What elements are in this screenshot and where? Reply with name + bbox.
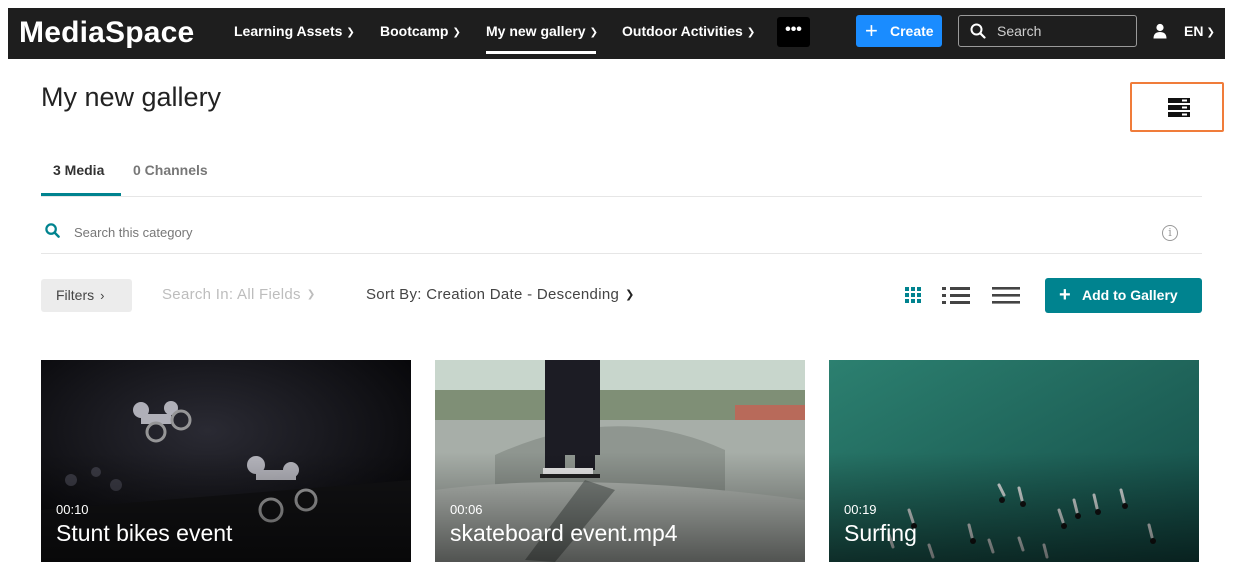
active-tab-indicator xyxy=(41,193,121,196)
create-button-label: Create xyxy=(890,23,934,39)
user-icon[interactable] xyxy=(1152,23,1168,39)
filters-button[interactable]: Filters › xyxy=(41,279,132,312)
search-in-dropdown[interactable]: Search In: All Fields ❯ xyxy=(162,286,316,303)
media-duration: 00:19 xyxy=(844,502,877,517)
search-icon xyxy=(970,23,986,39)
create-button[interactable]: + Create xyxy=(856,15,942,47)
mediaspace-logo[interactable]: MediaSpace xyxy=(19,16,194,50)
plus-icon: + xyxy=(1059,284,1071,306)
add-to-gallery-label: Add to Gallery xyxy=(1082,287,1178,303)
media-title[interactable]: Stunt bikes event xyxy=(56,520,232,547)
sort-by-label: Sort By: Creation Date - Descending xyxy=(366,286,620,303)
gallery-tabs: 3 Media 0 Channels xyxy=(41,152,1202,197)
chevron-right-icon: › xyxy=(100,288,105,303)
nav-item-label: My new gallery xyxy=(486,23,586,39)
nav-item-label: Outdoor Activities xyxy=(622,23,743,39)
layout-toggle-button[interactable] xyxy=(1130,82,1224,132)
nav-item-label: Bootcamp xyxy=(380,23,449,39)
compact-list-view-icon[interactable] xyxy=(991,285,1021,305)
top-navigation-bar: MediaSpace Learning Assets ❯ Bootcamp ❯ My… xyxy=(8,8,1225,59)
sort-by-dropdown[interactable]: Sort By: Creation Date - Descending ❯ xyxy=(366,286,635,303)
detailed-list-view-icon[interactable] xyxy=(941,285,971,305)
tab-media[interactable]: 3 Media xyxy=(53,162,104,178)
nav-item-outdoor-activities[interactable]: Outdoor Activities ❯ xyxy=(622,8,755,59)
nav-item-learning-assets[interactable]: Learning Assets ❯ xyxy=(234,8,355,59)
plus-icon: + xyxy=(865,18,878,43)
category-search-bar: i xyxy=(41,213,1202,254)
media-title[interactable]: Surfing xyxy=(844,520,917,547)
media-duration: 00:06 xyxy=(450,502,483,517)
more-menu-button[interactable]: ••• xyxy=(777,17,810,47)
search-in-label: Search In: All Fields xyxy=(162,286,301,303)
chevron-down-icon: ❯ xyxy=(306,289,316,300)
tab-channels[interactable]: 0 Channels xyxy=(133,162,208,178)
chevron-down-icon: ❯ xyxy=(452,27,461,38)
global-search-box[interactable] xyxy=(958,15,1137,47)
nav-item-label: Learning Assets xyxy=(234,23,343,39)
chevron-down-icon: ❯ xyxy=(625,289,635,301)
chevron-down-icon: ❯ xyxy=(346,27,355,38)
chevron-down-icon: ❯ xyxy=(589,27,598,38)
language-selector[interactable]: EN ❯ xyxy=(1184,8,1215,56)
media-card[interactable]: 00:06 skateboard event.mp4 xyxy=(435,360,805,562)
media-title[interactable]: skateboard event.mp4 xyxy=(450,520,678,547)
filters-label: Filters xyxy=(56,287,95,303)
grid-view-icon[interactable] xyxy=(904,285,923,304)
chevron-down-icon: ❯ xyxy=(1206,27,1215,38)
stacked-rows-icon xyxy=(1168,98,1190,117)
add-to-gallery-button[interactable]: + Add to Gallery xyxy=(1045,278,1202,313)
media-card[interactable]: 00:19 Surfing xyxy=(829,360,1199,562)
media-duration: 00:10 xyxy=(56,502,89,517)
nav-item-bootcamp[interactable]: Bootcamp ❯ xyxy=(380,8,461,59)
page-title: My new gallery xyxy=(41,82,222,112)
global-search-input[interactable] xyxy=(997,20,1127,42)
media-card[interactable]: 00:10 Stunt bikes event xyxy=(41,360,411,562)
search-icon xyxy=(45,223,60,238)
language-label: EN xyxy=(1184,23,1204,39)
active-nav-indicator xyxy=(486,51,596,54)
info-icon[interactable]: i xyxy=(1162,225,1178,241)
category-search-input[interactable] xyxy=(74,222,474,242)
chevron-down-icon: ❯ xyxy=(746,27,756,38)
